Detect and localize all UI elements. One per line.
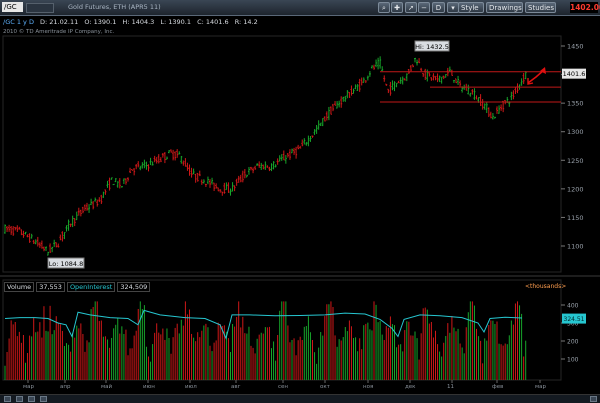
oi-tag: 324.51 bbox=[564, 316, 585, 323]
oi-value: 324,509 bbox=[117, 282, 151, 292]
month-label: июн bbox=[143, 384, 155, 390]
price-tick-label: 1200 bbox=[567, 185, 584, 193]
scroll-left-icon[interactable] bbox=[4, 396, 11, 402]
reset-zoom-icon[interactable] bbox=[40, 396, 47, 402]
scroll-right-icon[interactable] bbox=[590, 396, 597, 402]
price-tick-label: 1150 bbox=[567, 214, 584, 222]
month-label: сен bbox=[278, 384, 289, 390]
volume-tick-label: 100 bbox=[567, 357, 579, 364]
month-label: дек bbox=[405, 384, 416, 390]
month-label: 11 bbox=[447, 384, 454, 390]
month-label: ноя bbox=[363, 384, 374, 390]
volume-legend: Volume 37,553 OpenInterest 324,509 bbox=[4, 282, 152, 292]
price-tick-label: 1350 bbox=[567, 100, 584, 108]
month-label: июл bbox=[185, 384, 197, 390]
price-tick-label: 1100 bbox=[567, 243, 584, 251]
volume-tick-label: 200 bbox=[567, 339, 579, 346]
month-label: окт bbox=[320, 384, 330, 390]
month-label: май bbox=[101, 384, 113, 390]
volume-label: Volume bbox=[4, 282, 35, 292]
last-close-tag: 1401.6 bbox=[563, 70, 586, 78]
month-label: мар bbox=[535, 384, 547, 390]
units-label: <thousands> bbox=[525, 283, 567, 290]
oi-label: OpenInterest bbox=[66, 282, 116, 292]
price-tick-label: 1450 bbox=[567, 43, 584, 51]
price-tick-label: 1250 bbox=[567, 157, 584, 165]
price-chart[interactable]: 1450140013501300125012001150110040030020… bbox=[0, 0, 600, 402]
price-tick-label: 1300 bbox=[567, 128, 584, 136]
high-label: Hi: 1432.5 bbox=[415, 43, 449, 51]
volume-tick-label: 400 bbox=[567, 303, 579, 310]
month-label: авг bbox=[231, 384, 241, 390]
low-label: Lo: 1084.8 bbox=[49, 260, 83, 268]
month-label: фев bbox=[492, 384, 504, 390]
zoom-in-icon[interactable] bbox=[16, 396, 23, 402]
chart-window: /GC Gold Futures, ETH (APR5 11) ⌕ ✚ ➚ − … bbox=[0, 0, 600, 403]
month-label: мар bbox=[23, 384, 35, 390]
volume-value: 37,553 bbox=[36, 282, 65, 292]
zoom-out-small-icon[interactable] bbox=[28, 396, 35, 402]
month-label: апр bbox=[60, 384, 71, 390]
